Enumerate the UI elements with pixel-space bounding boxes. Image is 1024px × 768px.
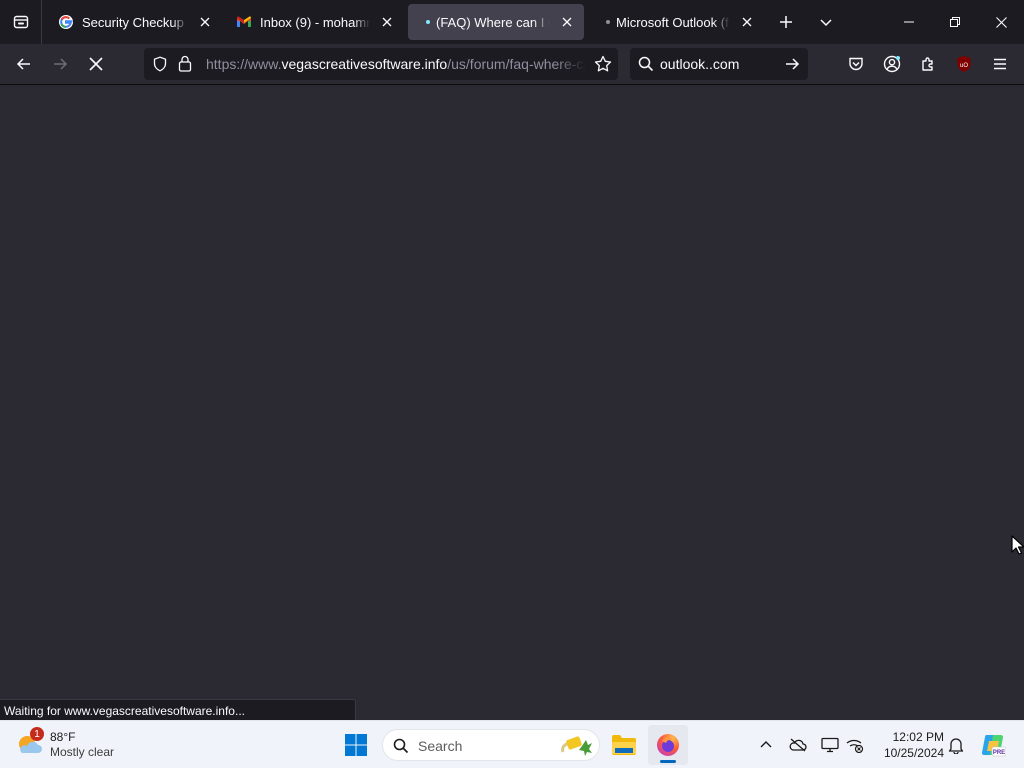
active-app-indicator xyxy=(660,760,676,763)
gmail-icon xyxy=(236,14,252,30)
arrow-left-icon xyxy=(16,58,30,70)
chevron-up-icon xyxy=(760,741,772,748)
lock-icon[interactable] xyxy=(178,55,192,77)
address-bar[interactable]: https://www.vegascreativesoftware.info/u… xyxy=(144,48,618,80)
tab-faq-active[interactable]: (FAQ) Where can I down xyxy=(408,4,584,40)
extensions-button[interactable] xyxy=(912,48,944,80)
ublock-origin-button[interactable]: uO xyxy=(948,48,980,80)
hamburger-menu-icon xyxy=(994,58,1006,70)
monitor-icon xyxy=(821,737,839,753)
tab-title: Microsoft Outlook (forn xyxy=(616,14,730,30)
restore-button[interactable] xyxy=(932,0,978,44)
tab-title: Inbox (9) - mohammed xyxy=(260,14,370,30)
tab-security-checkup[interactable]: Security Checkup xyxy=(46,4,222,40)
navigation-toolbar: https://www.vegascreativesoftware.info/u… xyxy=(0,44,1024,85)
cloud-off-icon xyxy=(789,738,807,752)
puzzle-icon xyxy=(922,57,933,71)
stop-icon xyxy=(89,57,103,71)
new-tab-button[interactable] xyxy=(770,6,802,38)
display-tray-button[interactable] xyxy=(818,733,842,757)
mouse-cursor-icon xyxy=(1011,535,1024,555)
clock-time: 12:02 PM xyxy=(892,730,944,744)
search-bar[interactable] xyxy=(630,48,808,80)
search-highlight-illustration-icon xyxy=(561,736,592,756)
url-prefix: https://www. xyxy=(206,56,282,72)
close-tab-icon[interactable] xyxy=(194,11,216,33)
firefox-icon xyxy=(657,734,679,756)
arrow-right-icon xyxy=(54,58,68,70)
taskbar-search-box[interactable]: Search xyxy=(382,729,600,761)
close-icon xyxy=(995,16,1007,28)
pocket-icon xyxy=(849,57,863,71)
firefox-view-icon xyxy=(13,15,28,29)
list-all-tabs-button[interactable] xyxy=(810,6,842,38)
weather-temperature: 88°F xyxy=(50,730,76,744)
taskbar-clock[interactable]: 12:02 PM 10/25/2024 xyxy=(872,729,944,761)
forward-button[interactable] xyxy=(44,48,76,80)
copilot-icon: PRE xyxy=(981,734,1006,757)
url-text[interactable]: https://www.vegascreativesoftware.info/u… xyxy=(206,56,586,72)
bell-icon xyxy=(948,737,964,754)
tab-title: (FAQ) Where can I down xyxy=(436,14,550,30)
google-icon xyxy=(58,14,74,30)
network-disconnected-icon xyxy=(846,739,864,753)
onedrive-tray-button[interactable] xyxy=(786,733,810,757)
chevron-down-icon xyxy=(820,19,832,27)
app-menu-button[interactable] xyxy=(984,48,1016,80)
plus-icon xyxy=(780,16,792,28)
close-tab-icon[interactable] xyxy=(376,11,398,33)
page-content-blank xyxy=(0,85,1024,720)
tab-strip: Security Checkup Inbox (9) - mohammed (F… xyxy=(0,0,1024,44)
close-tab-icon[interactable] xyxy=(736,11,758,33)
status-panel: Waiting for www.vegascreativesoftware.in… xyxy=(0,699,356,720)
tab-title: Security Checkup xyxy=(82,14,184,30)
account-button[interactable] xyxy=(876,48,908,80)
stop-loading-button[interactable] xyxy=(80,48,112,80)
account-icon xyxy=(883,55,901,73)
tracking-protection-shield-icon[interactable] xyxy=(152,56,168,77)
tab-microsoft-outlook[interactable]: Microsoft Outlook (forn xyxy=(588,4,764,40)
search-icon xyxy=(638,56,654,77)
loading-dot-icon xyxy=(426,20,430,24)
search-input[interactable] xyxy=(660,54,780,74)
minimize-button[interactable] xyxy=(886,0,932,44)
folder-icon xyxy=(612,735,636,755)
minimize-icon xyxy=(904,21,914,23)
close-tab-icon[interactable] xyxy=(556,11,578,33)
url-domain: vegascreativesoftware.info xyxy=(281,56,448,72)
svg-text:PRE: PRE xyxy=(993,750,1005,756)
pocket-button[interactable] xyxy=(840,48,872,80)
windows-taskbar: 1 88°F Mostly clear Search 12:02 PM 10/2… xyxy=(0,720,1024,768)
taskbar-search-label: Search xyxy=(418,738,463,754)
back-button[interactable] xyxy=(8,48,40,80)
file-explorer-button[interactable] xyxy=(604,725,644,765)
network-tray-button[interactable] xyxy=(843,733,867,757)
clock-date: 10/25/2024 xyxy=(883,746,944,760)
firefox-view-button[interactable] xyxy=(0,0,42,44)
start-button[interactable] xyxy=(336,725,376,765)
search-icon xyxy=(393,738,409,754)
url-path: /us/forum/faq-where-ca xyxy=(447,56,586,72)
notifications-button[interactable] xyxy=(944,733,968,757)
bookmark-star-icon[interactable] xyxy=(594,55,612,78)
svg-text:uO: uO xyxy=(960,63,968,69)
notification-badge: 1 xyxy=(30,727,44,741)
search-go-arrow-icon[interactable] xyxy=(784,56,800,77)
copilot-button[interactable]: PRE xyxy=(978,733,1008,757)
loading-dot-icon xyxy=(606,20,610,24)
close-window-button[interactable] xyxy=(978,0,1024,44)
windows-logo-icon xyxy=(345,734,367,756)
tab-gmail-inbox[interactable]: Inbox (9) - mohammed xyxy=(224,4,404,40)
restore-icon xyxy=(950,17,960,27)
weather-widget[interactable]: 1 88°F Mostly clear xyxy=(14,727,134,763)
firefox-taskbar-button[interactable] xyxy=(648,725,688,765)
ublock-origin-icon: uO xyxy=(957,56,971,72)
show-hidden-icons-button[interactable] xyxy=(754,733,778,757)
weather-condition: Mostly clear xyxy=(50,745,115,759)
